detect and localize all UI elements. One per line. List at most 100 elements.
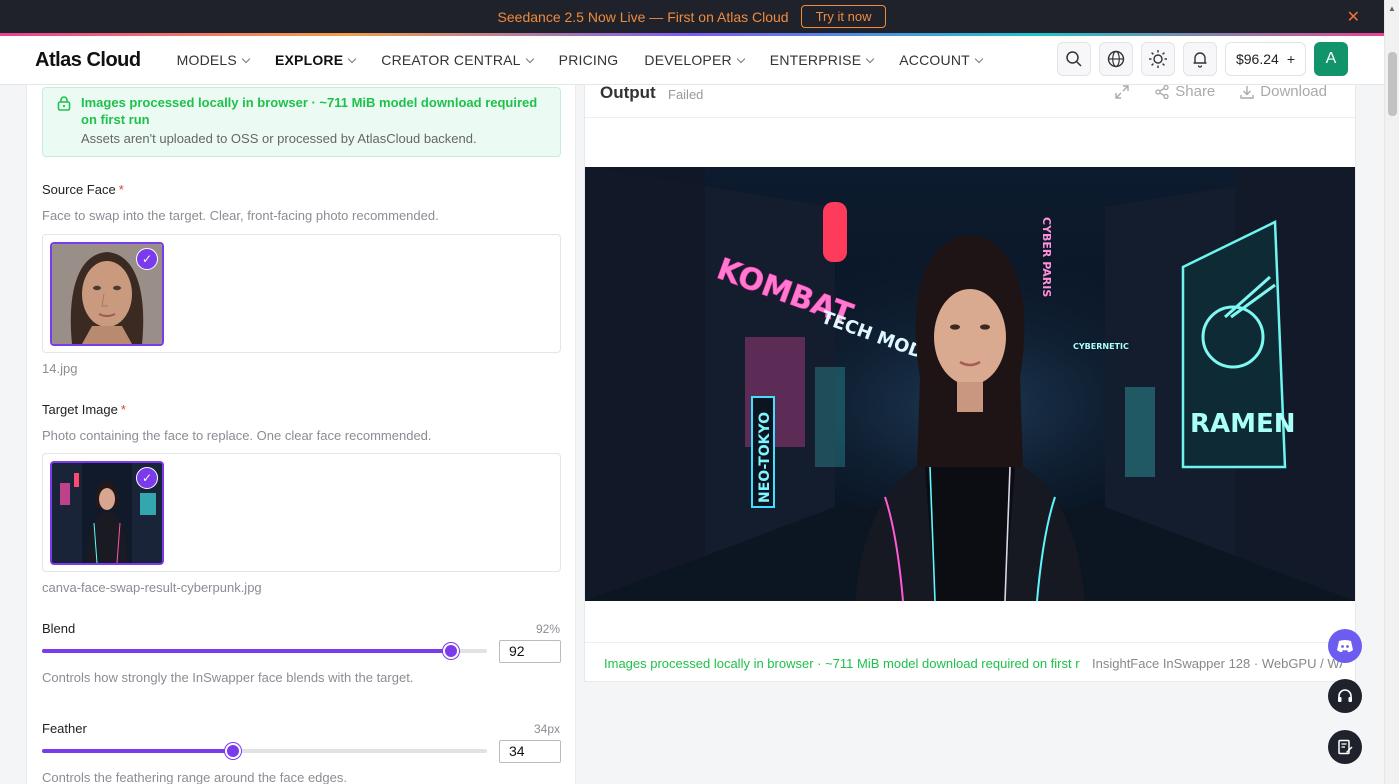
nav-explore[interactable]: EXPLORE — [274, 52, 357, 68]
blend-value-display: 92% — [535, 622, 560, 636]
output-status: Failed — [668, 87, 704, 102]
blend-slider-handle[interactable] — [443, 643, 459, 659]
selected-check-icon: ✓ — [136, 248, 158, 270]
output-title: Output — [600, 83, 656, 102]
scroll-up-icon[interactable]: ▲ — [1388, 4, 1396, 13]
page-scrollbar[interactable]: ▲ — [1384, 0, 1399, 784]
target-filename: canva-face-swap-result-cyberpunk.jpg — [42, 580, 262, 595]
language-button[interactable] — [1098, 42, 1133, 76]
nav-creator-central-label: CREATOR CENTRAL — [381, 52, 521, 68]
target-image-thumbnail[interactable]: ✓ — [50, 461, 164, 565]
search-button[interactable] — [1056, 42, 1091, 76]
try-it-now-button[interactable]: Try it now — [800, 5, 887, 28]
sign-neo-tokyo: NEO-TOKYO — [757, 412, 773, 503]
nav-enterprise-label: ENTERPRISE — [769, 52, 862, 68]
chevron-down-icon — [866, 54, 875, 63]
nav-creator-central[interactable]: CREATOR CENTRAL — [381, 52, 534, 68]
chevron-down-icon — [348, 54, 357, 63]
top-nav: Atlas Cloud MODELS EXPLORE CREATOR CENTR… — [0, 36, 1384, 85]
nav-pricing-label: PRICING — [558, 52, 619, 68]
announcement-text: Seedance 2.5 Now Live — First on Atlas C… — [497, 8, 789, 25]
output-image: KOMBAT TECH MODS NEO-TOKYO CYBER PARIS C… — [585, 167, 1355, 601]
feather-input[interactable]: 34 — [499, 740, 561, 763]
output-photo: KOMBAT TECH MODS NEO-TOKYO CYBER PARIS C… — [585, 167, 1355, 601]
chevron-down-icon — [525, 54, 534, 63]
discord-button[interactable] — [1328, 629, 1362, 663]
nav-explore-label: EXPLORE — [274, 52, 344, 68]
source-face-help: Face to swap into the target. Clear, fro… — [42, 208, 439, 223]
feather-slider[interactable] — [42, 743, 487, 759]
selected-check-icon: ✓ — [136, 467, 158, 489]
blend-slider-fill — [42, 649, 451, 653]
blend-help: Controls how strongly the InSwapper face… — [42, 670, 414, 685]
nav-actions: $96.24 + A — [1056, 42, 1348, 76]
nav-models[interactable]: MODELS — [176, 52, 251, 68]
chevron-down-icon — [736, 54, 746, 63]
theme-toggle-button[interactable] — [1140, 42, 1175, 76]
sign-ramen: RAMEN — [1190, 409, 1296, 439]
notice-title: Images processed locally in browser · ~7… — [81, 95, 538, 127]
share-label: Share — [1175, 83, 1216, 100]
required-mark: * — [120, 402, 126, 417]
target-image-label: Target Image * — [42, 402, 126, 417]
announcement-bar: Seedance 2.5 Now Live — First on Atlas C… — [0, 0, 1384, 33]
lock-icon — [57, 96, 71, 111]
expand-icon — [1115, 84, 1129, 99]
download-button[interactable]: Download — [1233, 81, 1333, 102]
output-footer-note: Images processed locally in browser · ~7… — [604, 656, 1080, 671]
balance-button[interactable]: $96.24 + — [1224, 42, 1306, 76]
settings-panel: Images processed locally in browser · ~7… — [26, 85, 576, 784]
edit-note-icon — [1338, 739, 1353, 755]
feather-help: Controls the feathering range around the… — [42, 770, 347, 784]
nav-pricing[interactable]: PRICING — [559, 52, 619, 68]
scrollbar-thumb[interactable] — [1388, 52, 1397, 116]
sun-icon — [1148, 50, 1167, 68]
logo[interactable]: Atlas Cloud — [35, 49, 141, 72]
headset-icon — [1338, 689, 1352, 702]
globe-icon — [1107, 50, 1125, 68]
source-face-thumbnail[interactable]: ✓ — [50, 242, 164, 346]
nav-models-label: MODELS — [176, 52, 237, 68]
notifications-button[interactable] — [1182, 42, 1217, 76]
sign-cybernetic: CYBERNETIC — [1073, 342, 1129, 351]
target-image-help: Photo containing the face to replace. On… — [42, 428, 432, 443]
share-button[interactable]: Share — [1148, 81, 1221, 102]
download-icon — [1240, 85, 1254, 99]
support-button[interactable] — [1328, 679, 1362, 713]
feedback-button[interactable] — [1328, 730, 1362, 764]
nav-account[interactable]: ACCOUNT — [899, 52, 984, 68]
output-footer-divider — [585, 642, 1355, 643]
blend-input[interactable]: 92 — [499, 640, 561, 663]
nav-developer[interactable]: DEVELOPER — [644, 52, 746, 68]
bell-icon — [1193, 52, 1207, 68]
target-image-label-text: Target Image — [42, 402, 118, 417]
balance-amount: $96.24 — [1235, 51, 1279, 67]
nav-enterprise[interactable]: ENTERPRISE — [769, 52, 875, 68]
feather-slider-fill — [42, 749, 233, 753]
fullscreen-button[interactable] — [1108, 82, 1136, 102]
local-processing-notice: Images processed locally in browser · ~7… — [42, 87, 561, 157]
sign-cyber-paris: CYBER PARIS — [1040, 217, 1053, 297]
blend-slider[interactable] — [42, 643, 487, 659]
source-face-dropzone[interactable]: ✓ — [42, 234, 561, 353]
share-icon — [1155, 84, 1169, 99]
feather-label: Feather — [42, 721, 87, 736]
source-filename: 14.jpg — [42, 361, 78, 376]
output-actions: Share Download — [1108, 81, 1333, 102]
nav-account-label: ACCOUNT — [899, 52, 970, 68]
feather-slider-handle[interactable] — [225, 743, 241, 759]
output-footer-model: InsightFace InSwapper 128 · WebGPU / WAS… — [1092, 656, 1342, 671]
avatar[interactable]: A — [1314, 42, 1348, 76]
chevron-down-icon — [974, 54, 984, 63]
output-panel: Output Failed Share Download KOMBAT TECH… — [584, 83, 1356, 682]
required-mark: * — [118, 182, 124, 197]
target-image-dropzone[interactable]: ✓ — [42, 453, 561, 572]
source-face-label-text: Source Face — [42, 182, 116, 197]
nav-developer-label: DEVELOPER — [644, 52, 732, 68]
feather-value-display: 34px — [533, 722, 560, 736]
close-icon[interactable]: ✕ — [1347, 7, 1360, 27]
source-face-label: Source Face * — [42, 182, 124, 197]
blend-label: Blend — [42, 621, 76, 636]
plus-icon: + — [1286, 51, 1295, 67]
notice-subtitle: Assets aren't uploaded to OSS or process… — [81, 131, 477, 146]
